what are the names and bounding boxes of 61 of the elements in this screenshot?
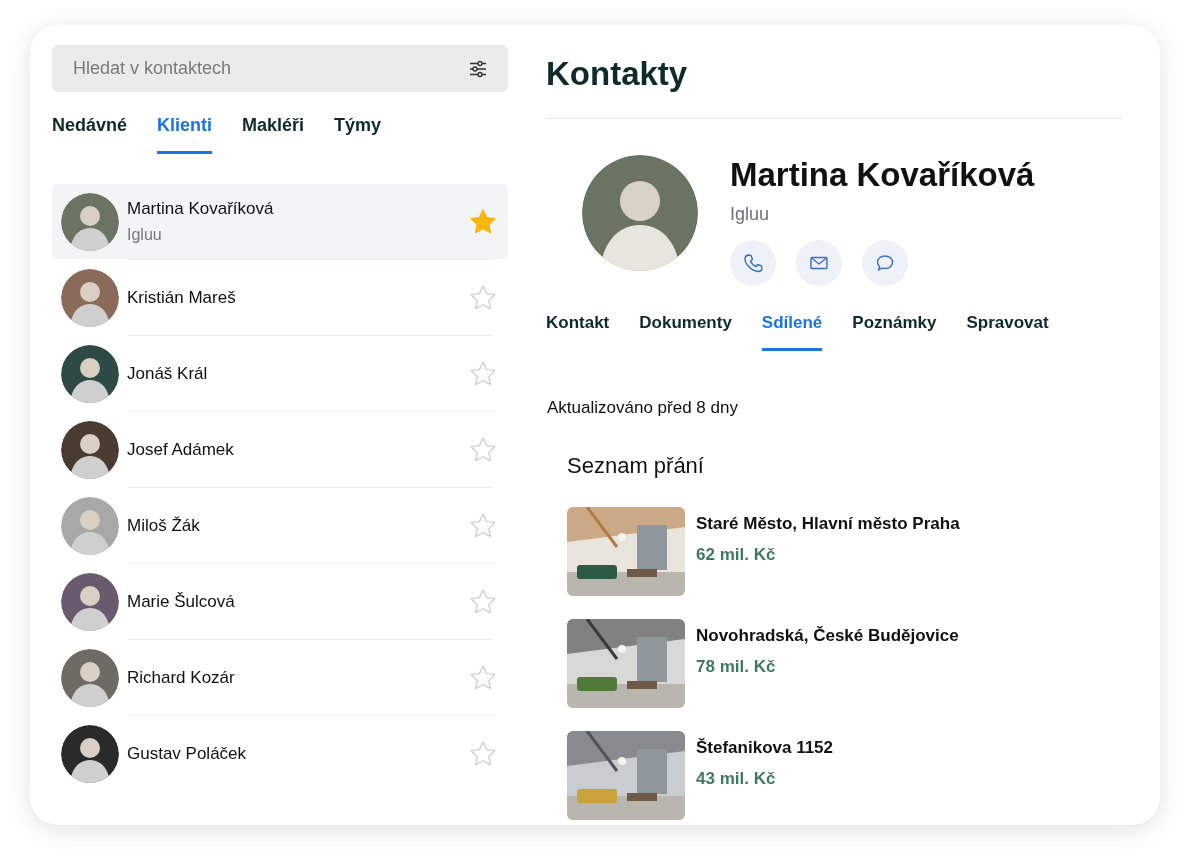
tab[interactable]: Kontakt [546, 310, 610, 351]
avatar-silhouette [61, 648, 119, 707]
chat-button[interactable] [862, 240, 908, 286]
tab[interactable]: Makléři [242, 112, 305, 154]
avatar-silhouette [61, 268, 119, 327]
star-icon[interactable] [470, 665, 496, 690]
star-icon[interactable] [470, 741, 496, 766]
contact-row[interactable]: Martina Kovaříková Igluu [52, 184, 508, 259]
contact-name: Josef Adámek [127, 438, 235, 461]
contact-name: Jonáš Král [127, 362, 209, 385]
star-icon[interactable] [470, 209, 496, 234]
phone-icon [742, 252, 764, 274]
contact-name: Martina Kovaříková [127, 197, 275, 220]
phone-button[interactable] [730, 240, 776, 286]
contact-row[interactable]: Josef Adámek [52, 412, 508, 487]
tab[interactable]: Týmy [334, 112, 382, 154]
property-address: Štefanikova 1152 [696, 736, 834, 759]
contact-row[interactable]: Marie Šulcová [52, 564, 508, 639]
email-button[interactable] [796, 240, 842, 286]
contact-name: Martina Kovaříková [730, 155, 1035, 195]
avatar-silhouette [61, 724, 119, 783]
contact-name: Gustav Poláček [127, 742, 248, 765]
company-name: Igluu [127, 225, 163, 246]
company-name: Igluu [730, 203, 771, 226]
contact-row[interactable]: Miloš Žák [52, 488, 508, 563]
avatar-silhouette [61, 572, 119, 631]
star-icon[interactable] [470, 285, 496, 310]
property-address: Staré Město, Hlavní město Praha [696, 512, 960, 535]
property-address: Novohradská, České Budějovice [696, 624, 959, 647]
avatar-silhouette [61, 192, 119, 251]
property-price: 62 mil. Kč [696, 544, 777, 566]
contact-row[interactable]: Richard Kozár [52, 640, 508, 715]
page-title: Kontakty [546, 54, 689, 94]
contact-row[interactable]: Gustav Poláček [52, 716, 508, 791]
avatar-silhouette [61, 496, 119, 555]
wishlist-title: Seznam přání [567, 451, 705, 480]
contact-name: Marie Šulcová [127, 590, 236, 613]
star-icon[interactable] [470, 589, 496, 614]
contact-name: Miloš Žák [127, 514, 201, 537]
property-price: 43 mil. Kč [696, 768, 777, 790]
star-icon[interactable] [470, 513, 496, 538]
property-price: 78 mil. Kč [696, 656, 777, 678]
contact-name: Kristián Mareš [127, 286, 237, 309]
contact-row[interactable]: Jonáš Král [52, 336, 508, 411]
tab[interactable]: Poznámky [852, 310, 937, 351]
tab[interactable]: Sdílené [761, 310, 823, 351]
tab[interactable]: Spravovat [966, 310, 1049, 351]
speech-bubble-icon [874, 252, 896, 274]
star-icon[interactable] [470, 437, 496, 462]
updated-text: Aktualizováno před 8 dny [546, 397, 739, 419]
tab[interactable]: Dokumenty [639, 310, 732, 351]
tab[interactable]: Klienti [157, 112, 213, 154]
contact-row[interactable]: Kristián Mareš [52, 260, 508, 335]
avatar-silhouette [61, 344, 119, 403]
tab[interactable]: Nedávné [52, 112, 128, 154]
star-icon[interactable] [470, 361, 496, 386]
avatar-silhouette [61, 420, 119, 479]
filter-icon[interactable] [469, 59, 487, 78]
contact-name: Richard Kozár [127, 666, 236, 689]
search-field[interactable]: Hledat v kontaktech [52, 45, 508, 92]
search-input[interactable]: Hledat v kontaktech [73, 55, 469, 82]
